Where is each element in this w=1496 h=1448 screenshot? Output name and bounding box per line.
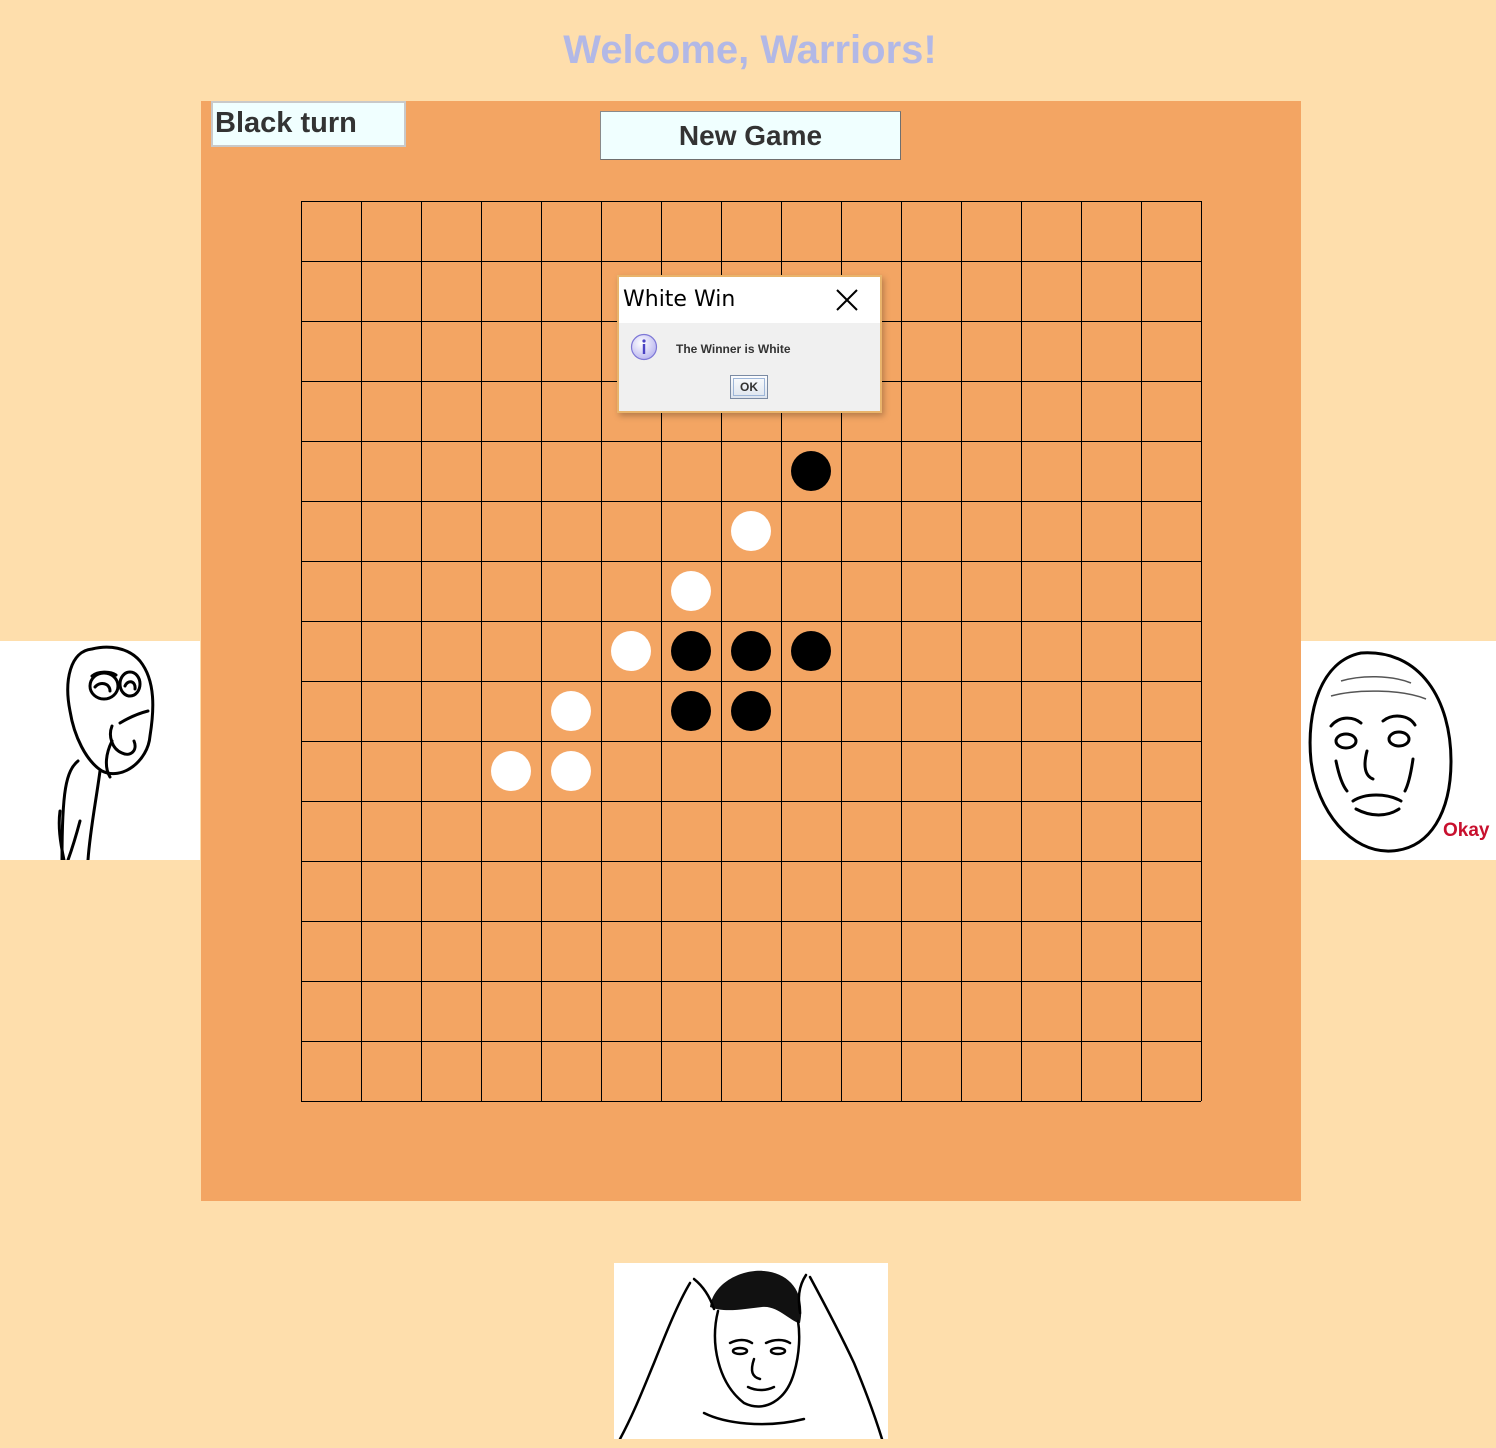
welcome-heading: Welcome, Warriors! [563, 28, 937, 72]
white-stone [731, 511, 771, 551]
dialog-title: White Win [623, 287, 736, 312]
dialog-message: The Winner is White [676, 342, 791, 356]
okay-face-icon: Okay [1308, 651, 1490, 853]
winner-dialog: White Win The Winner is White OK [617, 275, 882, 413]
left-player-image [0, 641, 200, 860]
okay-caption: Okay [1443, 820, 1490, 841]
white-stone [671, 571, 711, 611]
white-stone [551, 691, 591, 731]
black-stone [791, 451, 831, 491]
black-stone [671, 691, 711, 731]
black-stone [731, 691, 771, 731]
new-game-button[interactable]: New Game [600, 111, 901, 160]
ok-button[interactable]: OK [730, 375, 768, 399]
confused-face-icon [618, 1270, 884, 1439]
right-player-image: Okay [1301, 641, 1496, 860]
white-stone [491, 751, 531, 791]
black-stone [671, 631, 711, 671]
info-icon [630, 333, 658, 361]
bottom-meme-image [614, 1263, 888, 1439]
game-board-panel [201, 101, 1301, 1201]
black-stone [731, 631, 771, 671]
white-stone [611, 631, 651, 671]
dialog-titlebar[interactable]: White Win [619, 277, 880, 323]
close-icon[interactable] [833, 286, 861, 314]
white-stone [551, 751, 591, 791]
black-stone [791, 631, 831, 671]
turn-status-field: Black turn [211, 101, 406, 147]
thinking-face-icon [57, 645, 155, 860]
